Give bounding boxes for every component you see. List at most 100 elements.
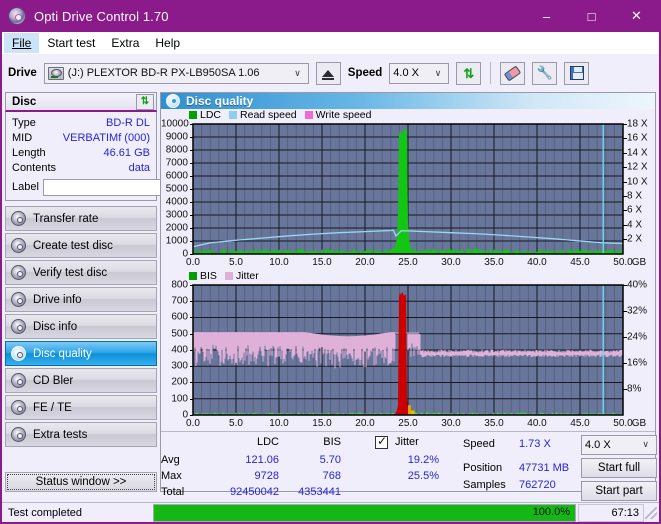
sidebar-item-create-test-disc[interactable]: Create test disc [5,233,157,258]
refresh-drive-button[interactable]: ⇅ [456,61,482,85]
disc-row-contents: Contents data [12,160,150,175]
plot2-xtick: 5.0 [229,417,243,429]
save-icon [569,66,584,80]
menu-extra[interactable]: Extra [103,33,147,53]
axis-tick [190,366,193,368]
legend-swatch-write-speed [304,111,313,120]
legend-label-write-speed: Write speed [315,109,372,122]
stats-area: LDC BIS Jitter Avg 121.06 5.70 19.2% Max… [161,430,657,501]
plot1-y2tick: 14 X [627,147,648,159]
bottom-chart-legend: BIS Jitter [161,270,655,283]
axis-tick [623,195,627,197]
plot2-xtick: 25.0 [398,417,418,429]
resize-grip-icon[interactable] [645,506,657,519]
disc-refresh-button[interactable]: ⇅ [136,93,154,110]
disc-row-length: Length 46.61 GB [12,145,150,160]
axis-tick [623,388,627,390]
plot2-ytick: 400 [171,344,188,356]
minimize-button[interactable]: – [524,0,569,32]
plot1-ytick: 10000 [161,118,189,130]
speed-stat-label: Speed [463,437,495,450]
samples-value: 762720 [519,478,556,491]
sidebar-item-cd-bler[interactable]: CD Bler [5,368,157,393]
drive-select-value: (J:) PLEXTOR BD-R PX-LB950SA 1.06 [67,67,260,79]
speed-select-value: 4.0 X [393,67,419,79]
disc-type-value: BD-R DL [105,116,150,129]
menu-help[interactable]: Help [147,33,188,53]
legend-jitter: Jitter [224,270,259,282]
speed-select[interactable]: 4.0 X ∨ [389,62,450,84]
jitter-checkbox[interactable] [375,434,388,449]
plot1-ytick: 7000 [165,157,188,169]
plot1-ytick: 3000 [165,209,188,221]
axis-tick [623,123,627,125]
axis-tick [190,214,193,216]
disc-mid-label: MID [12,131,33,144]
plot2-ytick: 700 [171,295,188,307]
sidebar-item-label: Disc quality [33,347,92,360]
axis-tick [190,284,193,286]
plot1-xtick: 5.0 [229,256,243,268]
sidebar-item-label: Extra tests [33,428,88,441]
axis-tick [623,284,627,286]
status-window-button[interactable]: Status window >> [5,472,157,492]
plot2-ytick: 800 [171,279,188,291]
disc-icon [11,346,26,361]
plot1-ytick: 5000 [165,183,188,195]
disc-contents-value: data [128,161,150,174]
disc-icon [11,427,26,442]
speed-stat-value: 1.73 X [519,437,551,450]
tools-button[interactable]: 🔧 [532,61,558,85]
save-button[interactable] [564,61,590,85]
disc-icon [11,238,26,253]
status-message: Test completed [8,506,82,519]
axis-tick [190,149,193,151]
test-speed-select[interactable]: 4.0 X ∨ [581,434,657,455]
legend-swatch-jitter [224,272,233,281]
plot2-ytick: 100 [171,393,188,405]
plot2-xtick: 50.0 [613,417,633,429]
plot1-xtick: 25.0 [398,256,418,268]
plot1-xtick: 40.0 [527,256,547,268]
plot1-ytick: 4000 [165,196,188,208]
axis-tick [623,310,627,312]
drive-toolbar: Drive (J:) PLEXTOR BD-R PX-LB950SA 1.06 … [2,54,659,92]
sidebar-item-disc-quality[interactable]: Disc quality [5,341,157,366]
sidebar-item-label: Disc info [33,320,78,333]
start-full-button[interactable]: Start full [581,457,657,478]
sidebar-item-fe-te[interactable]: FE / TE [5,395,157,420]
app-window: Opti Drive Control 1.70 – □ ✕ File Start… [0,0,661,524]
axis-tick [190,301,193,303]
plot2-y2tick: 24% [627,331,648,343]
legend-label-read-speed: Read speed [240,109,297,122]
menu-start-test[interactable]: Start test [39,33,103,53]
sidebar-item-label: Create test disc [33,239,113,252]
disc-panel-header: Disc ⇅ [5,92,157,112]
plot2-ytick: 600 [171,311,188,323]
sidebar-item-verify-test-disc[interactable]: Verify test disc [5,260,157,285]
window-title: Opti Drive Control 1.70 [34,8,169,24]
title-bar: Opti Drive Control 1.70 – □ ✕ [2,0,659,32]
drive-select[interactable]: (J:) PLEXTOR BD-R PX-LB950SA 1.06 ∨ [43,62,309,84]
eject-button[interactable] [315,61,341,85]
sidebar-item-drive-info[interactable]: Drive info [5,287,157,312]
sidebar-item-extra-tests[interactable]: Extra tests [5,422,157,447]
sidebar-item-transfer-rate[interactable]: Transfer rate [5,206,157,231]
plot1-xtick: 15.0 [312,256,332,268]
plot1-xtick: 10.0 [269,256,289,268]
sidebar-item-disc-info[interactable]: Disc info [5,314,157,339]
axis-tick [623,152,627,154]
disc-icon [11,292,26,307]
plot1-y2tick: 6 X [627,204,643,216]
axis-tick [190,349,193,351]
plot2-y2tick: 16% [627,357,648,369]
plot1-y2tick: 18 X [627,118,648,130]
menu-file[interactable]: File [4,32,40,53]
progress-fill [154,504,575,521]
disc-mid-value: VERBATIMf (000) [62,131,150,144]
close-button[interactable]: ✕ [614,0,659,32]
start-part-button[interactable]: Start part [581,480,657,501]
maximize-button[interactable]: □ [569,0,614,32]
erase-button[interactable] [500,61,526,85]
axis-tick [190,136,193,138]
